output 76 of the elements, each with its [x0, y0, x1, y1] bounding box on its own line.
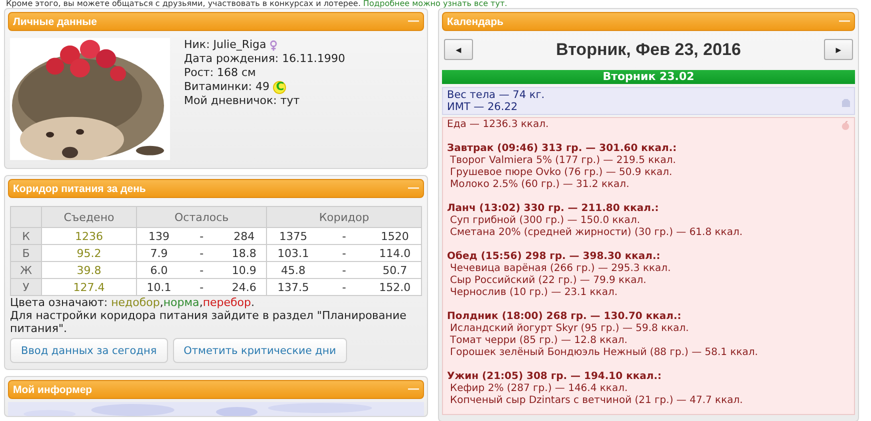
- table-cell-text: 114.0: [378, 246, 412, 260]
- table-cell-text: 6.0: [149, 264, 169, 276]
- body-stat-text: Вес тела — 74 кг.: [447, 89, 545, 101]
- row-header: К: [10, 228, 42, 244]
- table-cell-text: 139: [147, 230, 170, 242]
- table-cell-text: -: [341, 280, 348, 294]
- table-cell-text: -: [341, 264, 348, 276]
- field-text: Ник: Julie_Riga: [184, 38, 266, 52]
- table-cell-text: -: [341, 230, 348, 242]
- table-cell-text: 103.1: [276, 246, 310, 260]
- table-cell-text: 284: [232, 230, 256, 242]
- table-cell-text: 10.1: [146, 280, 172, 294]
- table-cell-text: 7.9: [149, 246, 169, 260]
- meal-title: Обед (15:56) 298 гр. — 398.30 ккал.:: [447, 251, 662, 263]
- table-cell-text: 45.8: [280, 264, 307, 276]
- field-text: Дата рождения: 16.11.1990: [184, 52, 346, 66]
- action-button[interactable]: Ввод данных за сегодня: [10, 338, 168, 363]
- meal-item: Томат черри (85 гр.) — 12.8 ккал.: [449, 335, 628, 347]
- table-cell: 95.2: [42, 244, 136, 262]
- legend-text: Цвета означают: недобор,норма,перебор.: [10, 296, 256, 309]
- panel-title: Коридор питания за день: [13, 182, 146, 194]
- table-cell-text: 152.0: [378, 280, 412, 294]
- row-header: Ж: [10, 262, 42, 278]
- table-cell-text: 50.7: [382, 264, 408, 276]
- field-text: Рост: 168 см: [184, 66, 256, 80]
- meal-item: Творог Valmiera 5% (177 гр.) — 219.5 ккал.: [449, 155, 677, 167]
- meal-title: Завтрак (09:46) 313 гр. — 301.60 ккал.:: [447, 143, 678, 155]
- meal-item: Чечевица варёная (266 гр.) — 295.3 ккал.: [449, 263, 672, 275]
- table-cell-text: -: [198, 246, 205, 260]
- meal-item: Исландский йогурт Skyr (95 гр.) — 59.8 ккал.: [449, 323, 690, 335]
- table-cell-text: 137.5: [276, 280, 310, 294]
- table-cell: 1236: [42, 228, 136, 244]
- body-stat-text: ИМТ — 26.22: [447, 101, 519, 113]
- table-cell: 127.4: [42, 278, 136, 296]
- meal-title: Полдник (18:00) 268 гр. — 130.70 ккал.:: [447, 311, 682, 323]
- meal-item: Горошек зелёный Бондюэль Нежный (88 гр.) — 58.1 ккал.: [449, 347, 758, 359]
- table-cell: 39.8: [42, 262, 136, 278]
- meal-title: Ланч (13:02) 330 гр. — 211.80 ккал.:: [447, 203, 660, 215]
- table-cell-text: 24.6: [230, 280, 258, 294]
- vitamin-badge: C: [273, 80, 286, 94]
- meal-item: Сметана 20% (средней жирности) (30 гр.) — 61.8 ккал.: [449, 227, 744, 239]
- meal-item: Суп грибной (300 гр.) — 150.0 ккал.: [449, 215, 642, 227]
- table-cell-text: -: [198, 280, 205, 294]
- meal-item: Молоко 2.5% (60 гр.) — 31.2 ккал.: [449, 179, 630, 191]
- table-cell-text: -: [198, 230, 205, 242]
- field-text: Мой дневничок: тут: [184, 94, 300, 108]
- previous-day-button[interactable]: ◄: [444, 39, 473, 60]
- action-button[interactable]: Отметить критические дни: [172, 338, 348, 363]
- field-text: Витаминки: 49: [184, 80, 270, 94]
- column-header: Осталось: [136, 206, 267, 228]
- row-header: У: [10, 278, 42, 296]
- table-cell-text: 1520: [380, 230, 410, 242]
- details-link[interactable]: Подробнее можно узнать все тут.: [363, 0, 508, 8]
- column-header: Коридор: [266, 206, 422, 228]
- date-title: Вторник, Фев 23, 2016: [556, 40, 741, 60]
- meal-title: Ужин (21:05) 308 гр. — 194.10 ккал.:: [447, 371, 663, 383]
- table-cell-text: -: [198, 264, 205, 276]
- table-cell-text: 10.9: [230, 264, 258, 276]
- meal-item: Кефир 2% (287 гр.) — 146.4 ккал.: [449, 383, 629, 395]
- next-day-button[interactable]: ►: [824, 39, 853, 60]
- table-cell-text: 1375: [278, 230, 308, 242]
- row-header: Б: [10, 244, 42, 262]
- meal-item: Чернослив (10 гр.) — 23.1 ккал.: [449, 287, 619, 299]
- food-total-text: Еда — 1236.3 ккал.: [447, 119, 550, 131]
- note-text: Для настройки коридора питания зайдите в раздел "Планирование питания".: [10, 309, 408, 335]
- panel-title: Календарь: [447, 16, 504, 28]
- table-cell-text: -: [341, 246, 348, 260]
- panel-title: Личные данные: [13, 16, 97, 28]
- meal-item: Сыр Российский (22 гр.) — 79.9 ккал.: [449, 275, 648, 287]
- meal-item: Грушевое пюре Ovko (76 гр.) — 50.9 ккал.: [449, 167, 674, 179]
- table-cell-text: 18.8: [230, 246, 258, 260]
- panel-title: Мой информер: [13, 384, 92, 396]
- meal-item: Копченый сыр Dzintars с ветчиной (21 гр.) — 47.7 ккал.: [449, 395, 744, 407]
- column-header: Съедено: [42, 206, 136, 228]
- day-bar: Вторник 23.02: [442, 70, 855, 84]
- intro-text: Кроме этого, вы можете общаться с друзьями, участвовать в конкурсах и лотерее. Подробнее можно узнать все тут.: [5, 0, 508, 8]
